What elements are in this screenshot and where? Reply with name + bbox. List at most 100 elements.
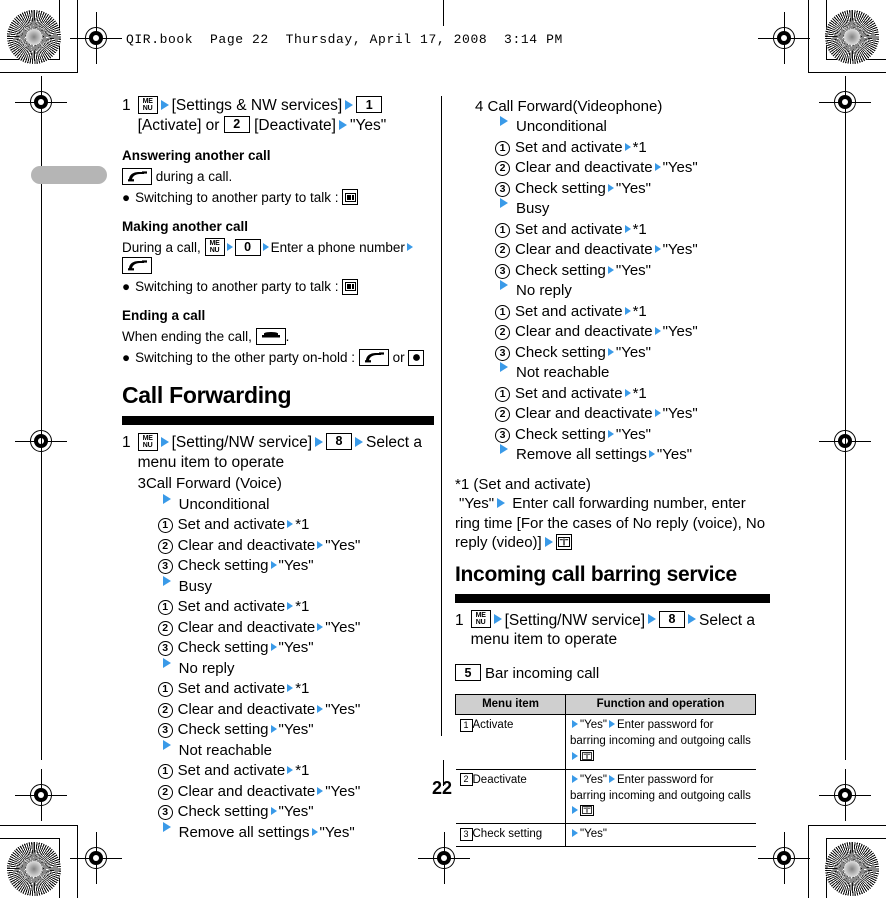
forward-option-row: 3 Check setting "Yes" — [475, 343, 770, 363]
numeric-key-8: 8 — [326, 433, 353, 451]
forward-option-value: "Yes" — [325, 782, 361, 800]
table-row: 2 Deactivate "Yes" Enter password for barri… — [455, 768, 756, 825]
subheading-making: Making another call — [122, 218, 249, 234]
circled-number-icon: 1 — [495, 386, 510, 402]
arrow-icon — [270, 725, 277, 734]
forward-option-row: 1 Set and activate *1 — [475, 220, 770, 240]
step-text: [Setting/NW service] — [171, 433, 313, 451]
forward-option-row: 3 Check setting "Yes" — [475, 261, 770, 281]
step-number: 1 — [122, 433, 131, 451]
forward-option-value: "Yes" — [278, 721, 314, 739]
arrow-icon — [607, 429, 614, 438]
forward-option-label: Set and activate — [515, 138, 623, 156]
forward-option-row: 1 Set and activate *1 — [138, 515, 434, 535]
forward-condition-row: Busy — [475, 198, 770, 219]
menu-key-icon: ME NU — [137, 432, 158, 451]
forward-condition-row: Not reachable — [138, 739, 434, 761]
section-rule — [455, 593, 770, 603]
forward-option-row: 2 Clear and deactivate "Yes" — [138, 618, 434, 638]
registration-mark-icon — [758, 12, 810, 64]
answering-text: during a call. — [155, 168, 233, 184]
circled-number-icon: 3 — [157, 805, 173, 821]
forward-option-label: Clear and deactivate — [177, 782, 316, 800]
forward-option-label: Set and activate — [515, 220, 623, 238]
forward-option-value: "Yes" — [325, 618, 361, 636]
arrow-icon — [317, 540, 324, 549]
numeric-key-3: 3 — [459, 827, 473, 841]
arrow-icon — [317, 786, 324, 795]
forward-option-row: 3 Check setting "Yes" — [138, 802, 434, 822]
forward-option-row: 2 Clear and deactivate "Yes" — [475, 240, 770, 260]
forward-condition-label: Busy — [516, 200, 550, 218]
forward-option-row: 2 Clear and deactivate "Yes" — [475, 404, 770, 424]
section-rule — [122, 415, 434, 425]
column-divider — [441, 96, 442, 736]
arrow-icon — [572, 774, 578, 783]
arrow-icon — [624, 306, 631, 315]
or-text: or — [392, 350, 405, 366]
fold-mark — [845, 120, 847, 760]
halftone-dot-icon — [825, 842, 879, 896]
video-forward-title: 4 Call Forward(Videophone) — [475, 98, 663, 115]
forward-condition-label: Unconditional — [178, 495, 270, 513]
arrow-icon — [497, 498, 506, 509]
section-title-call-forwarding: Call Forwarding — [122, 382, 292, 409]
bar-incoming-call-label: Bar incoming call — [485, 665, 600, 683]
arrow-icon — [315, 436, 324, 447]
forward-option-row: 3 Check setting "Yes" — [475, 425, 770, 445]
arrow-icon — [493, 614, 502, 625]
crop-line — [0, 825, 78, 827]
table-cell-function: "Yes" — [565, 823, 756, 848]
footnote-body: "Yes" Enter call forwarding number, ente… — [455, 494, 770, 553]
table-yes-value: "Yes" — [580, 773, 607, 786]
crop-line — [808, 825, 810, 898]
step-item: 1 ME NU [Settings & NW services] 1 [Activat… — [122, 95, 434, 136]
section-title-incoming-barring: Incoming call barring service — [455, 562, 737, 586]
forward-condition-label: Unconditional — [516, 118, 607, 136]
circled-number-icon: 3 — [157, 641, 173, 657]
registration-mark-icon — [70, 832, 122, 884]
arrow-icon — [162, 821, 171, 832]
crop-line — [77, 0, 79, 73]
step-text: [Deactivate] — [254, 116, 336, 134]
menu-table: Menu item Function and operation 1 Activa… — [455, 694, 756, 848]
arrow-icon — [572, 751, 578, 760]
forward-option-row: 3 Check setting "Yes" — [138, 720, 434, 740]
remove-all-value: "Yes" — [319, 823, 355, 841]
registration-mark-icon — [758, 832, 810, 884]
forward-option-row: 1 Set and activate *1 — [475, 384, 770, 404]
footnote-yes: "Yes" — [459, 495, 495, 513]
arrow-icon — [648, 450, 655, 459]
step-item: 1 ME NU [Setting/NW service] 8 Select a menu… — [455, 610, 770, 651]
circled-number-icon: 2 — [495, 325, 510, 341]
running-head: QIR.book Page 22 Thursday, April 17, 200… — [126, 32, 563, 47]
forward-option-label: Check setting — [177, 639, 269, 657]
arrow-icon — [607, 183, 614, 192]
arrow-icon — [160, 436, 169, 447]
arrow-icon — [572, 829, 578, 838]
bullet-text: Switching to another party to talk : — [135, 189, 339, 205]
forward-option-label: Set and activate — [515, 302, 623, 320]
book-key-icon — [580, 750, 594, 762]
forward-option-label: Check setting — [515, 261, 606, 279]
crop-line — [0, 72, 78, 74]
forward-option-row: 1 Set and activate *1 — [475, 138, 770, 158]
subheading-ending: Ending a call — [122, 308, 206, 324]
forward-option-value: "Yes" — [325, 700, 361, 718]
halftone-dot-icon — [7, 842, 61, 896]
arrow-icon — [624, 224, 631, 233]
forward-option-value: "Yes" — [278, 557, 314, 575]
forward-option-label: Set and activate — [177, 516, 286, 534]
step-result: "Yes" — [349, 116, 387, 134]
right-column: 4 Call Forward(Videophone) Unconditional… — [455, 96, 770, 848]
forward-option-row: 1 Set and activate *1 — [138, 679, 434, 699]
circled-number-icon: 2 — [495, 161, 510, 177]
forward-option-label: Clear and deactivate — [515, 159, 653, 177]
arrow-icon — [500, 198, 508, 209]
ending-line: When ending the call, . — [122, 328, 434, 346]
table-menu-item-label: Deactivate — [472, 773, 527, 786]
halftone-dot-icon — [825, 10, 879, 64]
halftone-dot-icon — [7, 10, 61, 64]
forward-condition-label: Busy — [178, 577, 212, 595]
forward-option-row: 1 Set and activate *1 — [138, 761, 434, 781]
